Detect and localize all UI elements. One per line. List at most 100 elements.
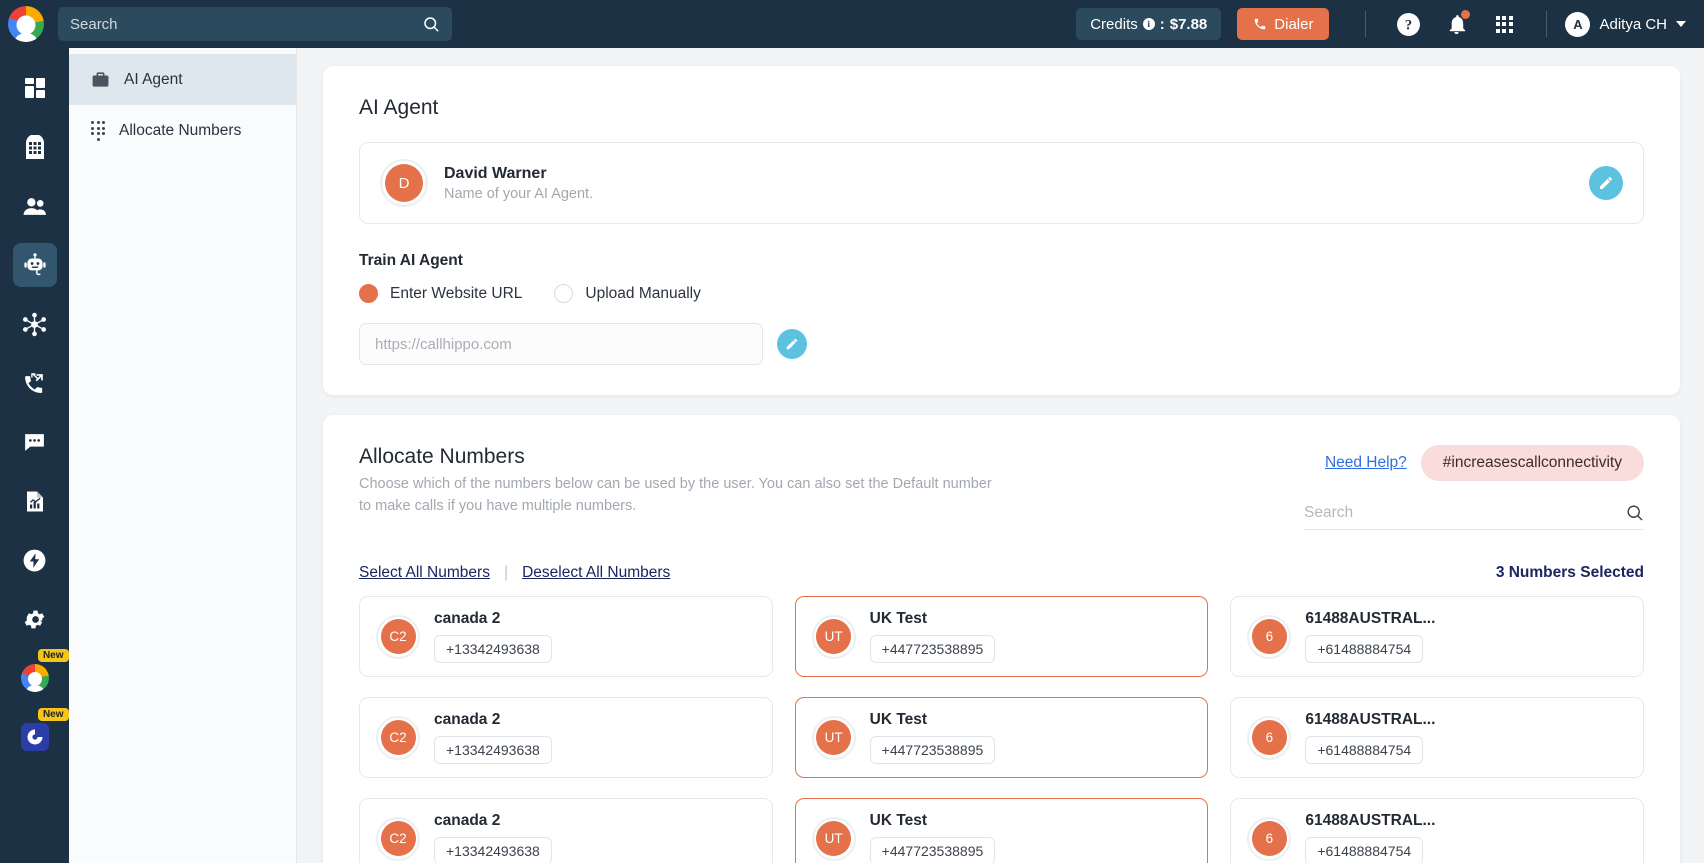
number-card[interactable]: 6 61488AUSTRAL... +61488884754	[1230, 596, 1644, 677]
number-name: UK Test	[869, 610, 928, 627]
rail-item-power-dialer[interactable]	[13, 538, 57, 582]
robot-icon	[22, 252, 48, 278]
help-row: Need Help? #increasescallconnectivity	[1325, 445, 1644, 481]
rail-item-settings[interactable]	[13, 597, 57, 641]
number-card-text: canada 2 +13342493638	[434, 711, 552, 764]
rail-item-ai-agent[interactable]	[12, 243, 57, 287]
allocate-numbers-card: Allocate Numbers Choose which of the num…	[323, 415, 1680, 863]
number-name: 61488AUSTRAL...	[1305, 610, 1436, 627]
credits-amount: $7.88	[1169, 15, 1208, 33]
user-menu[interactable]: A Aditya CH	[1565, 11, 1686, 37]
sidebar-item-ai-agent[interactable]: AI Agent	[69, 54, 296, 105]
number-card-text: UK Test +447723538895	[869, 812, 996, 863]
grid-apps-icon[interactable]	[1489, 9, 1519, 39]
credits-separator: :	[1159, 15, 1165, 33]
top-bar: Credits i : $7.88 Dialer ?	[0, 0, 1704, 48]
dashboard-icon	[23, 76, 47, 100]
number-avatar-initial: C2	[380, 821, 416, 856]
agent-text: David Warner Name of your AI Agent.	[444, 165, 593, 202]
users-icon	[22, 194, 47, 219]
number-card[interactable]: UT UK Test +447723538895	[794, 697, 1209, 778]
number-value: +61488884754	[1305, 635, 1424, 663]
dialer-button[interactable]: Dialer	[1237, 8, 1330, 40]
search-input[interactable]	[70, 15, 422, 33]
edit-agent-button[interactable]	[1589, 166, 1623, 200]
dialer-label: Dialer	[1274, 15, 1314, 33]
callhippo-logo-icon[interactable]	[8, 6, 44, 42]
radio-dot-selected[interactable]	[359, 284, 378, 303]
number-card[interactable]: C2 canada 2 +13342493638	[359, 596, 773, 677]
dialpad-dots-icon	[91, 121, 105, 141]
dialpad-building-icon	[23, 134, 47, 160]
number-value: +13342493638	[434, 635, 552, 663]
number-card-text: 61488AUSTRAL... +61488884754	[1305, 610, 1435, 663]
number-card[interactable]: UT UK Test +447723538895	[794, 596, 1209, 677]
numbers-grid: C2 canada 2 +13342493638 UT UK Test +447…	[359, 596, 1644, 863]
numbers-search-input[interactable]	[1304, 503, 1625, 522]
number-avatar-initial: 6	[1251, 720, 1287, 755]
website-url-input[interactable]	[359, 323, 763, 365]
need-help-link[interactable]: Need Help?	[1325, 454, 1407, 472]
search-icon[interactable]	[1625, 503, 1644, 522]
rail-item-callhippo-app[interactable]: New	[13, 649, 69, 700]
sidebar-item-allocate-numbers[interactable]: Allocate Numbers	[69, 105, 296, 157]
number-name: UK Test	[869, 711, 928, 728]
number-avatar-initial: UT	[816, 821, 852, 856]
help-circle-icon[interactable]: ?	[1393, 9, 1423, 39]
number-value: +447723538895	[869, 736, 996, 764]
rail-item-cally-app[interactable]: New	[13, 708, 69, 759]
sidebar-item-label: AI Agent	[124, 70, 183, 88]
chat-bubble-icon	[22, 430, 47, 455]
number-card-text: 61488AUSTRAL... +61488884754	[1305, 711, 1435, 764]
number-name: 61488AUSTRAL...	[1305, 812, 1436, 829]
number-value: +447723538895	[869, 635, 996, 663]
search-icon[interactable]	[422, 15, 440, 33]
new-badge: New	[37, 708, 69, 721]
number-card-text: canada 2 +13342493638	[434, 812, 552, 863]
number-name: canada 2	[434, 812, 501, 829]
number-avatar: 6	[1247, 614, 1292, 659]
number-name: 61488AUSTRAL...	[1305, 711, 1436, 728]
credits-chip[interactable]: Credits i : $7.88	[1076, 8, 1222, 40]
agent-name: David Warner	[444, 164, 547, 182]
radio-enter-website-url[interactable]: Enter Website URL	[359, 284, 522, 303]
numbers-search[interactable]	[1304, 503, 1644, 530]
number-card[interactable]: 6 61488AUSTRAL... +61488884754	[1230, 798, 1644, 863]
chevron-down-icon[interactable]	[1676, 21, 1686, 27]
selected-count: 3 Numbers Selected	[1495, 564, 1644, 581]
lightning-bolt-icon	[22, 548, 47, 573]
selection-toolbar: Select All Numbers | Deselect All Number…	[359, 564, 1644, 582]
rail-item-integrations[interactable]	[13, 302, 57, 346]
submit-url-button[interactable]	[777, 329, 807, 359]
rail-item-dashboard[interactable]	[13, 66, 57, 110]
cally-logo-icon	[20, 723, 49, 751]
rail-item-contacts[interactable]	[13, 184, 57, 228]
number-card[interactable]: UT UK Test +447723538895	[794, 798, 1209, 863]
agent-avatar-initial: D	[385, 164, 423, 202]
rail-item-messages[interactable]	[13, 420, 57, 464]
new-badge: New	[37, 649, 69, 662]
svg-text:?: ?	[1405, 17, 1412, 33]
number-avatar: 6	[1247, 715, 1292, 760]
allocate-description: Choose which of the numbers below can be…	[359, 476, 992, 514]
number-avatar: 6	[1247, 816, 1292, 861]
rail-item-analytics[interactable]	[13, 479, 57, 523]
deselect-all-numbers-link[interactable]: Deselect All Numbers	[522, 564, 670, 582]
radio-dot[interactable]	[554, 284, 574, 303]
bell-icon[interactable]	[1441, 9, 1471, 39]
allocate-header-left: Allocate Numbers Choose which of the num…	[359, 445, 1284, 518]
radio-upload-manually[interactable]: Upload Manually	[554, 284, 701, 303]
select-all-numbers-link[interactable]: Select All Numbers	[359, 564, 490, 582]
report-chart-icon	[23, 489, 47, 514]
number-card[interactable]: 6 61488AUSTRAL... +61488884754	[1230, 697, 1644, 778]
global-search[interactable]	[58, 7, 452, 41]
number-card-text: 61488AUSTRAL... +61488884754	[1305, 812, 1435, 863]
number-avatar: C2	[376, 715, 420, 760]
rail-item-numbers[interactable]	[13, 125, 57, 169]
number-card-text: UK Test +447723538895	[869, 711, 996, 764]
info-icon[interactable]: i	[1142, 18, 1155, 30]
number-avatar-initial: 6	[1251, 619, 1287, 654]
number-card[interactable]: C2 canada 2 +13342493638	[359, 798, 773, 863]
rail-item-call-logs[interactable]	[13, 361, 57, 405]
number-card[interactable]: C2 canada 2 +13342493638	[359, 697, 773, 778]
